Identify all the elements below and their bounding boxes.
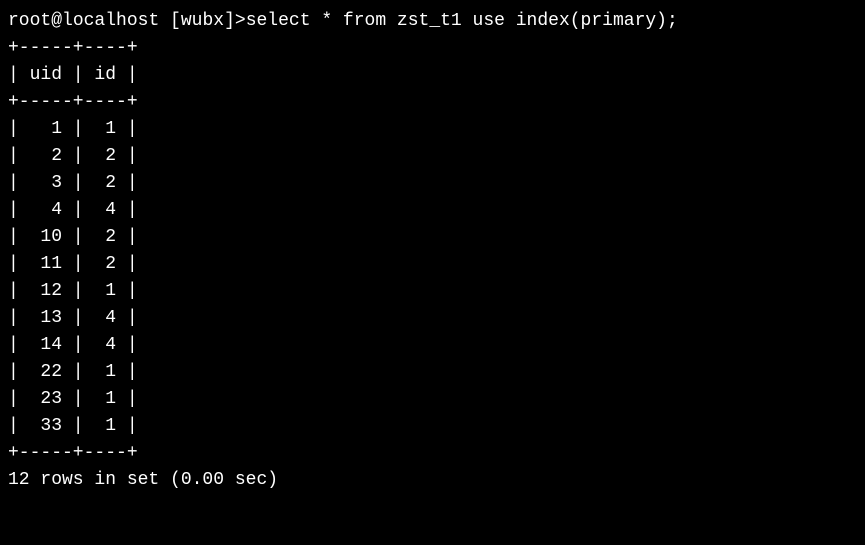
prompt-prefix: root@localhost [wubx]> — [8, 11, 246, 31]
table-row: | 11 | 2 | — [8, 251, 857, 278]
table-row: | 2 | 2 | — [8, 143, 857, 170]
terminal-output: root@localhost [wubx]>select * from zst_… — [8, 8, 857, 494]
table-rows-container: | 1 | 1 || 2 | 2 || 3 | 2 || 4 | 4 || 10… — [8, 116, 857, 440]
table-border-top: +-----+----+ — [8, 35, 857, 62]
sql-command: select * from zst_t1 use index(primary); — [246, 11, 678, 31]
table-row: | 23 | 1 | — [8, 386, 857, 413]
table-row: | 1 | 1 | — [8, 116, 857, 143]
table-row: | 12 | 1 | — [8, 278, 857, 305]
table-row: | 13 | 4 | — [8, 305, 857, 332]
table-row: | 14 | 4 | — [8, 332, 857, 359]
prompt-line[interactable]: root@localhost [wubx]>select * from zst_… — [8, 8, 857, 35]
table-header: | uid | id | — [8, 62, 857, 89]
table-row: | 22 | 1 | — [8, 359, 857, 386]
table-row: | 10 | 2 | — [8, 224, 857, 251]
table-row: | 4 | 4 | — [8, 197, 857, 224]
table-border-mid: +-----+----+ — [8, 89, 857, 116]
table-border-bottom: +-----+----+ — [8, 440, 857, 467]
table-row: | 33 | 1 | — [8, 413, 857, 440]
result-summary: 12 rows in set (0.00 sec) — [8, 467, 857, 494]
table-row: | 3 | 2 | — [8, 170, 857, 197]
